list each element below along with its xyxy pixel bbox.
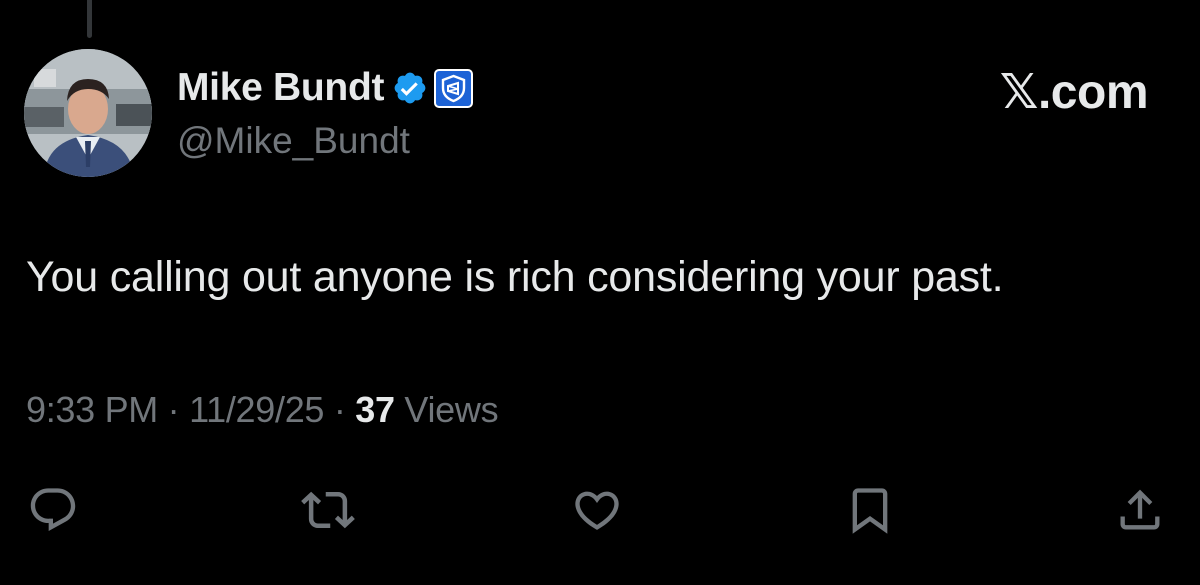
views-label: Views xyxy=(404,389,499,430)
tweet-meta: 9:33 PM · 11/29/25 · 37 Views xyxy=(26,389,499,431)
share-button[interactable] xyxy=(1110,480,1170,540)
source-domain: .com xyxy=(1037,66,1149,119)
display-name[interactable]: Mike Bundt xyxy=(177,66,384,110)
share-icon xyxy=(1120,489,1160,530)
meta-separator: · xyxy=(167,389,180,430)
tweet-actions-bar xyxy=(0,480,1200,540)
user-avatar-photo-icon xyxy=(24,49,152,177)
thread-connector-line xyxy=(87,0,92,38)
reply-button[interactable] xyxy=(23,480,83,540)
bookmark-button[interactable] xyxy=(840,480,900,540)
x-logo-glyph: 𝕏 xyxy=(999,64,1039,120)
author-handle[interactable]: @Mike_Bundt xyxy=(177,120,473,162)
author-name-row: Mike Bundt xyxy=(177,62,474,114)
like-button[interactable] xyxy=(567,480,627,540)
meta-separator: · xyxy=(333,389,346,430)
heart-icon xyxy=(575,491,619,530)
tweet-text: You calling out anyone is rich consideri… xyxy=(26,253,1004,301)
repost-icon xyxy=(301,491,355,529)
source-watermark: 𝕏.com xyxy=(999,64,1149,120)
reply-icon xyxy=(30,488,76,532)
repost-button[interactable] xyxy=(298,480,358,540)
bookmark-icon xyxy=(852,488,888,534)
verified-badge-icon[interactable] xyxy=(392,70,428,106)
tweet-time[interactable]: 9:33 PM xyxy=(26,389,158,430)
views-count: 37 xyxy=(355,389,395,430)
tweet-author: Mike Bundt @Mike_Bundt xyxy=(177,62,474,162)
affiliate-shield-icon[interactable] xyxy=(434,68,474,108)
tweet-date[interactable]: 11/29/25 xyxy=(189,389,324,430)
avatar[interactable] xyxy=(24,49,152,177)
